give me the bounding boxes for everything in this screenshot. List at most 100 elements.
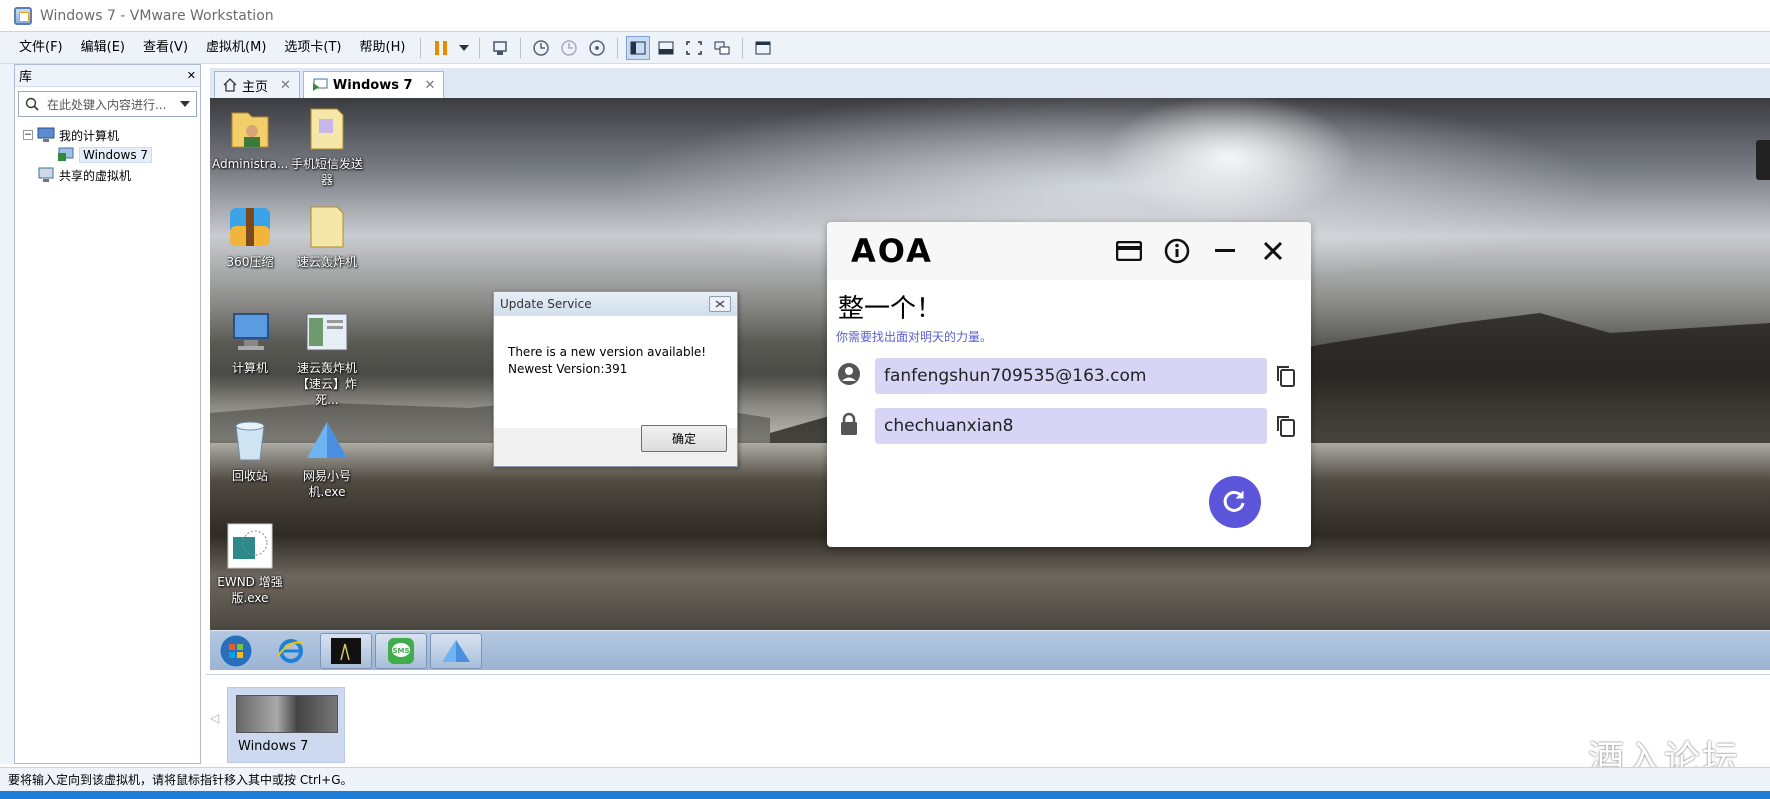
library-close-icon[interactable]: ✕ xyxy=(187,69,196,82)
taskbar-sms[interactable]: SMS xyxy=(375,632,427,669)
aoa-logo: AOA xyxy=(851,232,933,270)
email-field[interactable]: fanfengshun709535@163.com xyxy=(875,358,1267,394)
library-title: 库 xyxy=(19,70,33,85)
dialog-close-icon[interactable] xyxy=(709,296,731,312)
desktop-icon-suyun-app[interactable]: 速云轰炸机【速云】炸死... xyxy=(289,308,365,408)
dialog-body: There is a new version available! Newest… xyxy=(494,316,737,428)
dialog-titlebar: Update Service xyxy=(494,292,737,316)
home-icon xyxy=(223,78,237,92)
dialog-title: Update Service xyxy=(500,297,592,311)
tree-collapse-icon[interactable]: − xyxy=(23,130,33,140)
refresh-icon xyxy=(1223,490,1245,512)
info-icon[interactable] xyxy=(1163,237,1191,265)
status-bar: 要将输入定向到该虚拟机，请将鼠标指针移入其中或按 Ctrl+G。 xyxy=(0,767,1770,791)
windows-start-icon xyxy=(219,634,253,667)
search-dropdown-chevron-icon[interactable] xyxy=(180,101,190,107)
user-folder-icon xyxy=(226,104,274,152)
copy-icon[interactable] xyxy=(1274,414,1298,438)
copy-icon[interactable] xyxy=(1274,364,1298,388)
library-header: 库 ✕ xyxy=(15,65,200,87)
menu-file[interactable]: 文件(F) xyxy=(10,36,72,60)
card-icon[interactable] xyxy=(1115,237,1143,265)
desktop-icon-label: 计算机 xyxy=(231,361,268,375)
internet-explorer-icon xyxy=(277,638,305,663)
tab-windows7[interactable]: Windows 7 ✕ xyxy=(302,71,445,98)
desktop-icon-administrator[interactable]: Administra... xyxy=(212,104,288,172)
guest-edge-handle xyxy=(1756,140,1770,180)
thumbnail-scroll-left-icon[interactable]: ◁ xyxy=(210,711,219,725)
menu-help[interactable]: 帮助(H) xyxy=(351,36,415,60)
tree-item-my-computer[interactable]: − 我的计算机 xyxy=(15,125,200,145)
close-icon[interactable] xyxy=(1259,237,1287,265)
library-panel: 库 ✕ 在此处键入内容进行... − 我的计算机 Windows 7 共享的虚拟… xyxy=(14,64,201,764)
account-icon xyxy=(838,363,860,385)
toolbar-separator xyxy=(617,37,619,58)
library-search-input[interactable]: 在此处键入内容进行... xyxy=(18,91,197,117)
vm-thumbnail-preview xyxy=(236,695,338,733)
dialog-ok-button[interactable]: 确定 xyxy=(641,425,727,452)
desktop-icon-label: 速云轰炸机 xyxy=(296,255,357,269)
tab-windows7-close-icon[interactable]: ✕ xyxy=(425,78,436,93)
tab-home-close-icon[interactable]: ✕ xyxy=(280,78,291,93)
console-view-icon[interactable] xyxy=(751,36,775,60)
desktop-icon-computer[interactable]: 计算机 xyxy=(212,308,288,376)
dialog-message-line2: Newest Version:391 xyxy=(508,362,628,376)
shared-vm-icon xyxy=(38,167,54,182)
aoa-header: AOA xyxy=(827,222,1311,280)
dark-app-icon xyxy=(331,637,361,664)
library-search-placeholder: 在此处键入内容进行... xyxy=(47,97,167,112)
archive-icon xyxy=(226,202,274,250)
taskbar-app-dark[interactable] xyxy=(320,632,372,669)
tree-label-my-computer: 我的计算机 xyxy=(59,128,120,143)
pause-icon[interactable] xyxy=(429,36,453,60)
snapshot-take-icon[interactable] xyxy=(529,36,553,60)
unity-icon[interactable] xyxy=(710,36,734,60)
triangle-app-icon xyxy=(303,416,351,464)
tree-item-windows7[interactable]: Windows 7 xyxy=(15,145,200,165)
lock-icon xyxy=(841,412,857,435)
show-library-icon[interactable] xyxy=(626,35,651,60)
toolbar-separator xyxy=(420,37,422,58)
send-ctrl-alt-del-icon[interactable] xyxy=(488,36,512,60)
menu-vm[interactable]: 虚拟机(M) xyxy=(197,36,275,60)
taskbar-ie[interactable] xyxy=(265,633,317,669)
vmware-app-icon xyxy=(14,6,32,25)
refresh-button[interactable] xyxy=(1209,476,1261,528)
desktop-icon-sms-sender[interactable]: 手机短信发送器 xyxy=(289,104,365,188)
folder-icon xyxy=(303,202,351,250)
desktop-icon-recycle-bin[interactable]: 回收站 xyxy=(212,416,288,484)
menu-view[interactable]: 查看(V) xyxy=(134,36,197,60)
desktop-icon-suyun-bomber[interactable]: 速云轰炸机 xyxy=(289,202,365,270)
guest-taskbar: SMS xyxy=(210,630,1770,670)
password-field[interactable]: chechuanxian8 xyxy=(875,408,1267,444)
tab-home[interactable]: 主页 ✕ xyxy=(214,71,300,98)
start-button[interactable] xyxy=(210,633,262,669)
sms-icon: SMS xyxy=(388,637,414,664)
dialog-message-line1: There is a new version available! xyxy=(508,345,707,359)
recycle-bin-icon xyxy=(226,416,274,464)
snapshot-revert-icon[interactable] xyxy=(557,36,581,60)
tab-windows7-label: Windows 7 xyxy=(332,77,413,93)
library-tree: − 我的计算机 Windows 7 共享的虚拟机 xyxy=(15,125,200,185)
snapshot-manager-icon[interactable] xyxy=(585,36,609,60)
show-thumbnail-bar-icon[interactable] xyxy=(654,36,678,60)
menu-tabs[interactable]: 选项卡(T) xyxy=(275,36,350,60)
desktop-icon-netease-account[interactable]: 网易小号机.exe xyxy=(289,416,365,500)
fullscreen-icon[interactable] xyxy=(682,36,706,60)
ewnd-app-icon xyxy=(226,522,274,570)
computer-icon xyxy=(226,308,274,356)
vm-thumbnail-label: Windows 7 xyxy=(238,739,309,754)
vm-thumbnail[interactable]: Windows 7 xyxy=(227,687,345,763)
host-taskbar-strip xyxy=(0,791,1770,799)
power-dropdown-chevron-icon[interactable] xyxy=(457,36,471,60)
toolbar-separator xyxy=(520,37,522,58)
search-icon xyxy=(25,97,39,111)
desktop-icon-ewnd[interactable]: EWND 增强版.exe xyxy=(212,522,288,606)
desktop-icon-360zip[interactable]: 360压缩 xyxy=(212,202,288,270)
taskbar-netease[interactable] xyxy=(430,632,482,669)
tab-strip: 主页 ✕ Windows 7 ✕ xyxy=(210,68,1770,98)
minimize-icon[interactable] xyxy=(1211,237,1239,265)
menu-edit[interactable]: 编辑(E) xyxy=(72,36,134,60)
tree-item-shared-vms[interactable]: 共享的虚拟机 xyxy=(15,165,200,185)
menu-toolbar: 文件(F) 编辑(E) 查看(V) 虚拟机(M) 选项卡(T) 帮助(H) xyxy=(0,32,1770,64)
